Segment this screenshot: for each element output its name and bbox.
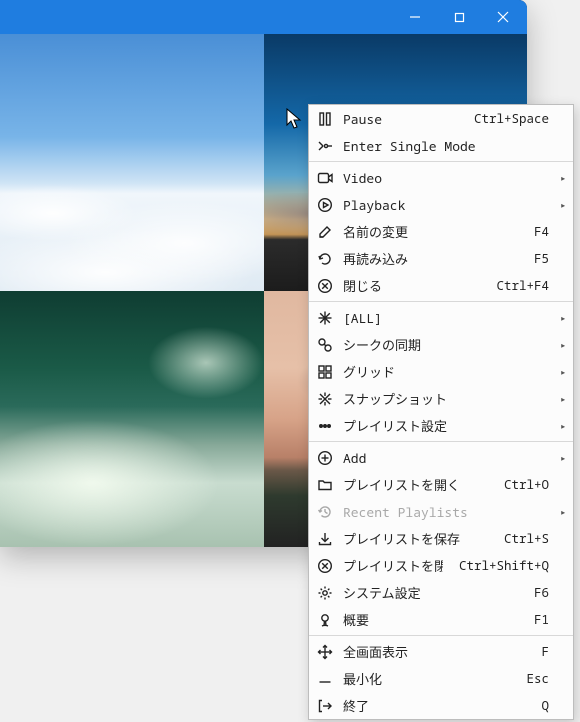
- seek-sync-icon: [315, 335, 335, 355]
- menu-item[interactable]: Video ▸: [309, 164, 573, 191]
- menu-item-shortcut: F4: [526, 223, 549, 240]
- menu-item[interactable]: 再読み込み F5: [309, 245, 573, 272]
- menu-item-shortcut: Ctrl+F4: [488, 277, 549, 294]
- submenu-arrow-icon: ▸: [557, 417, 567, 435]
- menu-item-shortcut: Esc: [518, 670, 549, 687]
- submenu-arrow-icon: ▸: [557, 363, 567, 381]
- menu-item-label: プレイリストを開く: [343, 475, 488, 494]
- mouse-cursor: [286, 108, 304, 132]
- menu-item-shortcut: F1: [526, 611, 549, 628]
- menu-item[interactable]: プレイリストを保存 Ctrl+S: [309, 525, 573, 552]
- menu-item-shortcut: Q: [533, 697, 549, 714]
- menu-item[interactable]: プレイリストを閉じる Ctrl+Shift+Q: [309, 552, 573, 579]
- menu-item[interactable]: 最小化 Esc: [309, 665, 573, 692]
- menu-item-label: Recent Playlists: [343, 503, 549, 521]
- menu-item-label: グリッド: [343, 362, 549, 381]
- menu-separator: [309, 635, 573, 636]
- menu-item-shortcut: F: [533, 643, 549, 660]
- submenu-arrow-icon: ▸: [557, 169, 567, 187]
- playback-icon: [315, 195, 335, 215]
- rename-icon: [315, 222, 335, 242]
- menu-item-shortcut: F6: [526, 584, 549, 601]
- snapshot-icon: [315, 389, 335, 409]
- menu-item[interactable]: 閉じる Ctrl+F4: [309, 272, 573, 299]
- menu-item-shortcut: Ctrl+Shift+Q: [451, 557, 549, 574]
- submenu-arrow-icon: ▸: [557, 503, 567, 521]
- menu-item[interactable]: 名前の変更 F4: [309, 218, 573, 245]
- menu-item[interactable]: グリッド ▸: [309, 358, 573, 385]
- submenu-arrow-icon: ▸: [557, 449, 567, 467]
- submenu-arrow-icon: ▸: [557, 336, 567, 354]
- menu-separator: [309, 441, 573, 442]
- playlist-settings-icon: [315, 416, 335, 436]
- quit-icon: [315, 696, 335, 716]
- save-playlist-icon: [315, 529, 335, 549]
- menu-item-label: Playback: [343, 196, 549, 214]
- submenu-arrow-icon: ▸: [557, 309, 567, 327]
- all-icon: [315, 308, 335, 328]
- menu-separator: [309, 301, 573, 302]
- minimize-icon: [315, 669, 335, 689]
- recent-icon: [315, 502, 335, 522]
- menu-item[interactable]: 概要 F1: [309, 606, 573, 633]
- menu-item-label: 最小化: [343, 669, 510, 688]
- about-icon: [315, 610, 335, 630]
- video-cell[interactable]: [0, 291, 264, 548]
- settings-icon: [315, 583, 335, 603]
- menu-item-shortcut: F5: [526, 250, 549, 267]
- menu-item[interactable]: Playback ▸: [309, 191, 573, 218]
- menu-item-shortcut: Ctrl+Space: [466, 110, 549, 127]
- menu-item-label: スナップショット: [343, 389, 549, 408]
- menu-item-label: 再読み込み: [343, 249, 518, 268]
- menu-item-shortcut: Ctrl+S: [496, 530, 549, 547]
- submenu-arrow-icon: ▸: [557, 196, 567, 214]
- menu-item-label: Enter Single Mode: [343, 137, 549, 155]
- grid-icon: [315, 362, 335, 382]
- open-playlist-icon: [315, 475, 335, 495]
- close-x-icon: [315, 276, 335, 296]
- menu-item[interactable]: システム設定 F6: [309, 579, 573, 606]
- menu-item-label: 終了: [343, 696, 525, 715]
- menu-item-label: プレイリストを保存: [343, 529, 488, 548]
- menu-item-shortcut: Ctrl+O: [496, 476, 549, 493]
- video-icon: [315, 168, 335, 188]
- menu-item-label: シークの同期: [343, 335, 549, 354]
- menu-item[interactable]: 全画面表示 F: [309, 638, 573, 665]
- menu-item[interactable]: Add ▸: [309, 444, 573, 471]
- maximize-button[interactable]: [437, 1, 481, 33]
- menu-item[interactable]: [ALL] ▸: [309, 304, 573, 331]
- video-cell[interactable]: [0, 34, 264, 291]
- menu-item-label: プレイリスト設定: [343, 416, 549, 435]
- menu-item: Recent Playlists ▸: [309, 498, 573, 525]
- fullscreen-icon: [315, 642, 335, 662]
- menu-item-label: プレイリストを閉じる: [343, 556, 443, 575]
- minimize-button[interactable]: [393, 1, 437, 33]
- menu-item-label: 閉じる: [343, 276, 480, 295]
- menu-item[interactable]: Enter Single Mode: [309, 132, 573, 159]
- pause-icon: [315, 109, 335, 129]
- menu-separator: [309, 161, 573, 162]
- menu-item-label: [ALL]: [343, 309, 549, 327]
- menu-item-label: システム設定: [343, 583, 518, 602]
- reload-icon: [315, 249, 335, 269]
- single-mode-icon: [315, 136, 335, 156]
- menu-item-label: Video: [343, 169, 549, 187]
- menu-item[interactable]: 終了 Q: [309, 692, 573, 719]
- menu-item[interactable]: シークの同期 ▸: [309, 331, 573, 358]
- context-menu: PauseCtrl+SpaceEnter Single ModeVideo▸Pl…: [308, 104, 574, 720]
- menu-item-label: 名前の変更: [343, 222, 518, 241]
- submenu-arrow-icon: ▸: [557, 390, 567, 408]
- menu-item[interactable]: プレイリスト設定 ▸: [309, 412, 573, 439]
- close-playlist-icon: [315, 556, 335, 576]
- close-button[interactable]: [481, 1, 525, 33]
- titlebar: [0, 0, 527, 34]
- menu-item-label: 概要: [343, 610, 518, 629]
- menu-item[interactable]: スナップショット ▸: [309, 385, 573, 412]
- menu-item-label: Pause: [343, 110, 458, 128]
- menu-item-label: Add: [343, 449, 549, 467]
- menu-item[interactable]: プレイリストを開く Ctrl+O: [309, 471, 573, 498]
- menu-item-label: 全画面表示: [343, 642, 525, 661]
- add-icon: [315, 448, 335, 468]
- menu-item[interactable]: Pause Ctrl+Space: [309, 105, 573, 132]
